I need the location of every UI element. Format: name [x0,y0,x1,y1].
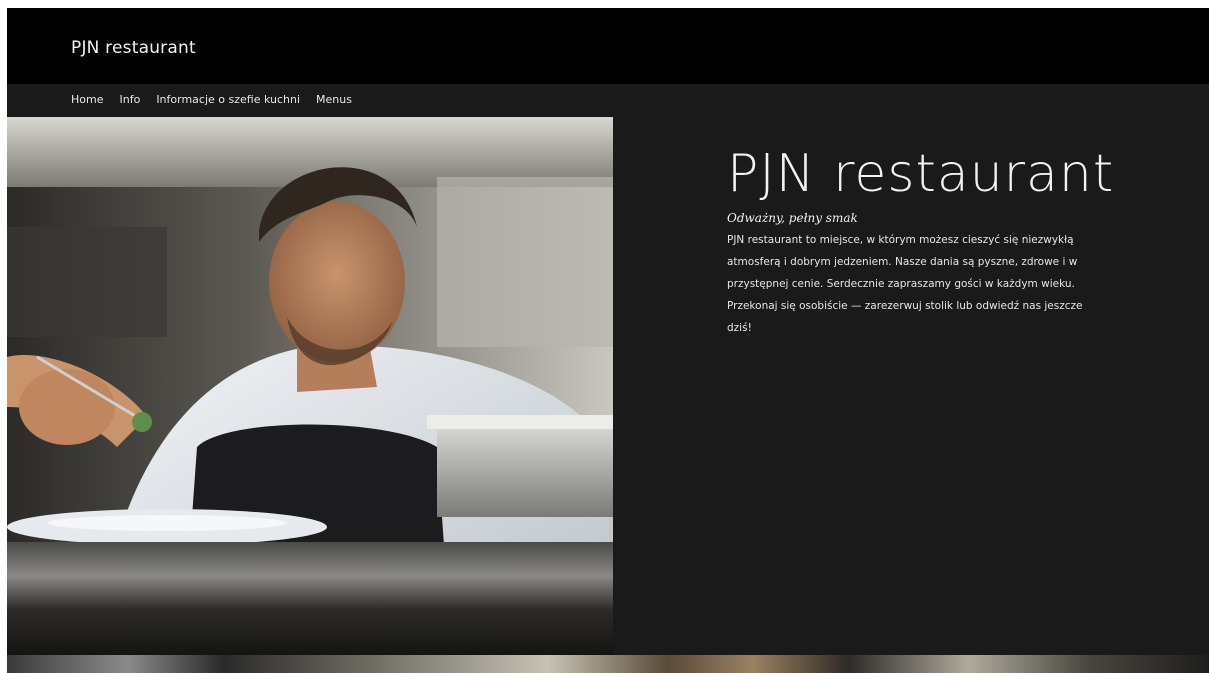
next-section-image-preview [7,655,1209,673]
hero-tagline: Odważny, pełny smak [727,211,858,225]
nav-item-menus[interactable]: Menus [316,93,352,111]
site-title-link[interactable]: PJN restaurant [71,38,196,58]
hero-title: PJN restaurant [727,144,1115,204]
hero-description: PJN restaurant to miejsce, w którym może… [727,234,1083,334]
nav-item-info[interactable]: Info [119,93,140,111]
main-nav: Home Info Informacje o szefie kuchni Men… [71,93,352,111]
hero-chef-image [7,117,613,655]
site-header: PJN restaurant [7,8,1209,84]
page-frame: PJN restaurant Home Info Informacje o sz… [7,8,1209,673]
nav-item-chef-info[interactable]: Informacje o szefie kuchni [156,93,300,111]
hero-text-block: PJN restaurant Odważny, pełny smak PJN r… [727,143,1117,339]
nav-item-home[interactable]: Home [71,93,103,111]
